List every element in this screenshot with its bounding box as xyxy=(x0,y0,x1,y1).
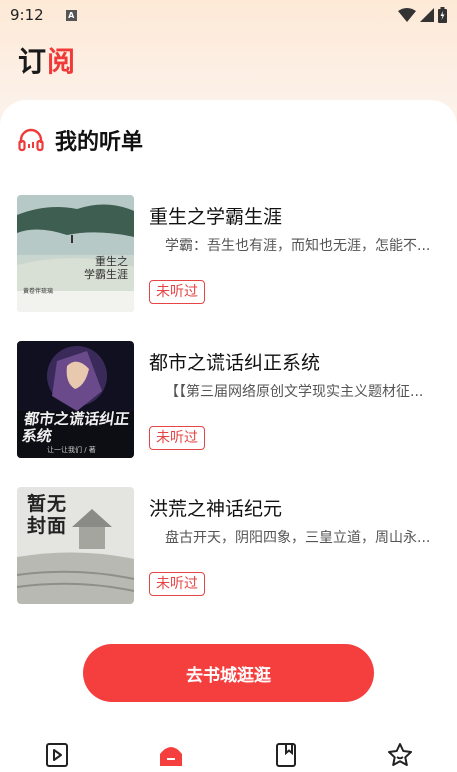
book-description: 学霸：吾生也有涯，而知也无涯，怎能不... xyxy=(165,238,431,254)
book-cover[interactable]: 都市之谎话纠正系统 让一让我们 / 著 xyxy=(17,341,134,458)
cover-title: 都市之谎话纠正系统 xyxy=(20,410,131,445)
cover-author: 黄卷伴琉璃 xyxy=(23,288,54,295)
page-title-accent: 阅 xyxy=(47,45,77,78)
nav-item-favorites[interactable] xyxy=(343,738,457,772)
book-cover[interactable]: 暂无封面 xyxy=(17,487,134,604)
status-bar: 9:12 A xyxy=(0,0,457,30)
signal-icon xyxy=(420,8,434,22)
notification-icon: A xyxy=(65,9,77,21)
cover-title: 重生之 学霸生涯 xyxy=(84,255,128,281)
nav-item-bookmark[interactable] xyxy=(229,738,343,772)
book-cover[interactable]: 重生之 学霸生涯 黄卷伴琉璃 xyxy=(17,195,134,312)
section-header: 我的听单 xyxy=(18,124,143,156)
book-title[interactable]: 重生之学霸生涯 xyxy=(149,202,282,229)
page-title-main: 订 xyxy=(18,45,48,78)
bookshelf-icon xyxy=(160,747,183,766)
cover-author: 让一让我们 / 著 xyxy=(47,446,96,454)
status-icons xyxy=(398,7,447,23)
star-icon xyxy=(387,743,412,766)
wifi-icon xyxy=(398,8,416,22)
book-description: 【【第三届网络原创文学现实主义题材征... xyxy=(165,384,424,400)
status-badge: 未听过 xyxy=(149,572,205,596)
cover-title: 暂无封面 xyxy=(27,493,68,537)
book-item[interactable]: 暂无封面 洪荒之神话纪元 盘古开天，阴阳四象，三皇立道，周山永... 未听过 xyxy=(17,487,437,605)
play-book-icon xyxy=(46,743,69,767)
status-badge: 未听过 xyxy=(149,280,205,304)
book-description: 盘古开天，阴阳四象，三皇立道，周山永... xyxy=(165,530,431,546)
book-title[interactable]: 洪荒之神话纪元 xyxy=(149,494,282,521)
bookmark-icon xyxy=(275,743,296,767)
book-item[interactable]: 都市之谎话纠正系统 让一让我们 / 著 都市之谎话纠正系统 【【第三届网络原创文… xyxy=(17,341,437,459)
listening-list-card: 我的听单 重生之 学霸生涯 黄卷伴琉璃 重生之学霸生涯 学霸：吾生也有涯，而知也… xyxy=(0,100,457,772)
nav-item-bookshelf[interactable] xyxy=(114,738,228,772)
section-title: 我的听单 xyxy=(55,130,144,155)
book-item[interactable]: 重生之 学霸生涯 黄卷伴琉璃 重生之学霸生涯 学霸：吾生也有涯，而知也无涯，怎能… xyxy=(17,195,437,313)
bottom-nav xyxy=(0,738,457,772)
status-badge: 未听过 xyxy=(149,426,205,450)
status-time: 9:12 xyxy=(10,6,44,24)
go-to-bookstore-button[interactable]: 去书城逛逛 xyxy=(83,644,374,702)
battery-icon xyxy=(438,7,447,23)
headphones-icon xyxy=(18,128,44,152)
nav-item-listen[interactable] xyxy=(0,738,114,772)
page-title: 订阅 xyxy=(18,40,76,80)
book-title[interactable]: 都市之谎话纠正系统 xyxy=(149,348,320,375)
